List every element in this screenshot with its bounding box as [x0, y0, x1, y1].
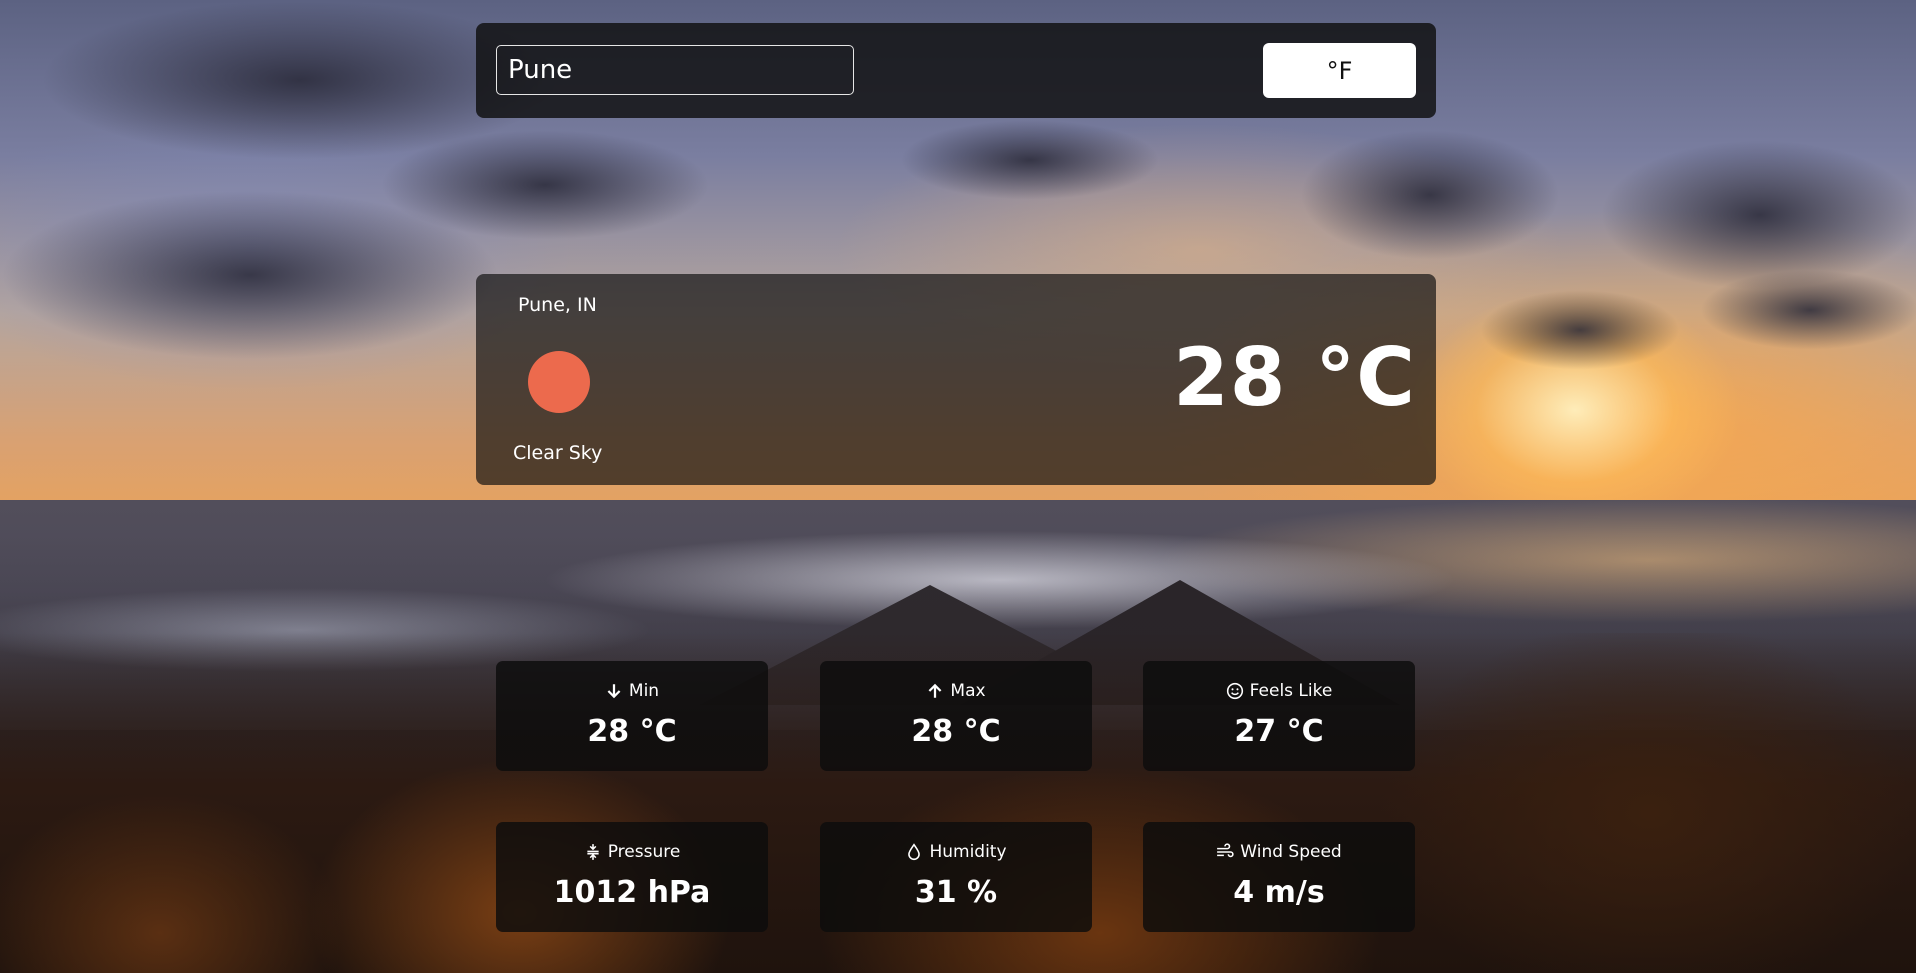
stat-label: Min: [628, 681, 660, 701]
cloud: [1700, 270, 1916, 350]
droplet-icon: [908, 843, 921, 861]
cloud: [900, 120, 1160, 200]
stat-header: Min: [496, 681, 768, 701]
smile-icon: [1226, 682, 1243, 700]
stat-header: Max: [820, 681, 1092, 701]
stat-value: 31 %: [914, 875, 998, 910]
cloud: [1300, 130, 1560, 260]
compress-icon: [587, 844, 599, 860]
stat-label: Max: [950, 681, 986, 701]
unit-toggle-button[interactable]: °F: [1263, 43, 1416, 98]
arrow-up-icon: [929, 683, 942, 698]
stat-value: 28 °C: [587, 714, 677, 749]
stat-card-max: Max 28 °C: [820, 661, 1092, 771]
current-weather-card: Pune, IN Clear Sky 28 °C: [476, 274, 1436, 485]
wind-icon: [1217, 843, 1234, 858]
stat-value: 27 °C: [1234, 714, 1324, 749]
stat-header: Feels Like: [1143, 681, 1415, 701]
stat-label: Humidity: [929, 842, 1007, 862]
stat-value: 28 °C: [911, 714, 1001, 749]
stat-label: Wind Speed: [1240, 842, 1342, 862]
city-search-input[interactable]: [496, 45, 854, 95]
stat-header: Humidity: [820, 842, 1092, 862]
arrow-down-icon: [607, 684, 621, 699]
stat-card-pressure: Pressure 1012 hPa: [496, 822, 768, 932]
cloud: [0, 190, 500, 360]
condition-label: Clear Sky: [513, 442, 603, 464]
stat-value: 1012 hPa: [553, 875, 711, 910]
stat-header: Wind Speed: [1143, 842, 1415, 862]
stat-card-wind-speed: Wind Speed 4 m/s: [1143, 822, 1415, 932]
search-bar: °F: [476, 23, 1436, 118]
location-label: Pune, IN: [518, 294, 597, 316]
cloud: [1480, 290, 1680, 370]
stat-header: Pressure: [496, 842, 768, 862]
stat-label: Feels Like: [1249, 681, 1333, 701]
stat-card-feels-like: Feels Like 27 °C: [1143, 661, 1415, 771]
cloud: [1600, 140, 1916, 290]
stat-card-min: Min 28 °C: [496, 661, 768, 771]
current-temperature: 28 °C: [1173, 331, 1416, 424]
stat-value: 4 m/s: [1233, 875, 1325, 910]
sun-icon: [528, 351, 590, 413]
stat-label: Pressure: [607, 842, 681, 862]
stat-card-humidity: Humidity 31 %: [820, 822, 1092, 932]
